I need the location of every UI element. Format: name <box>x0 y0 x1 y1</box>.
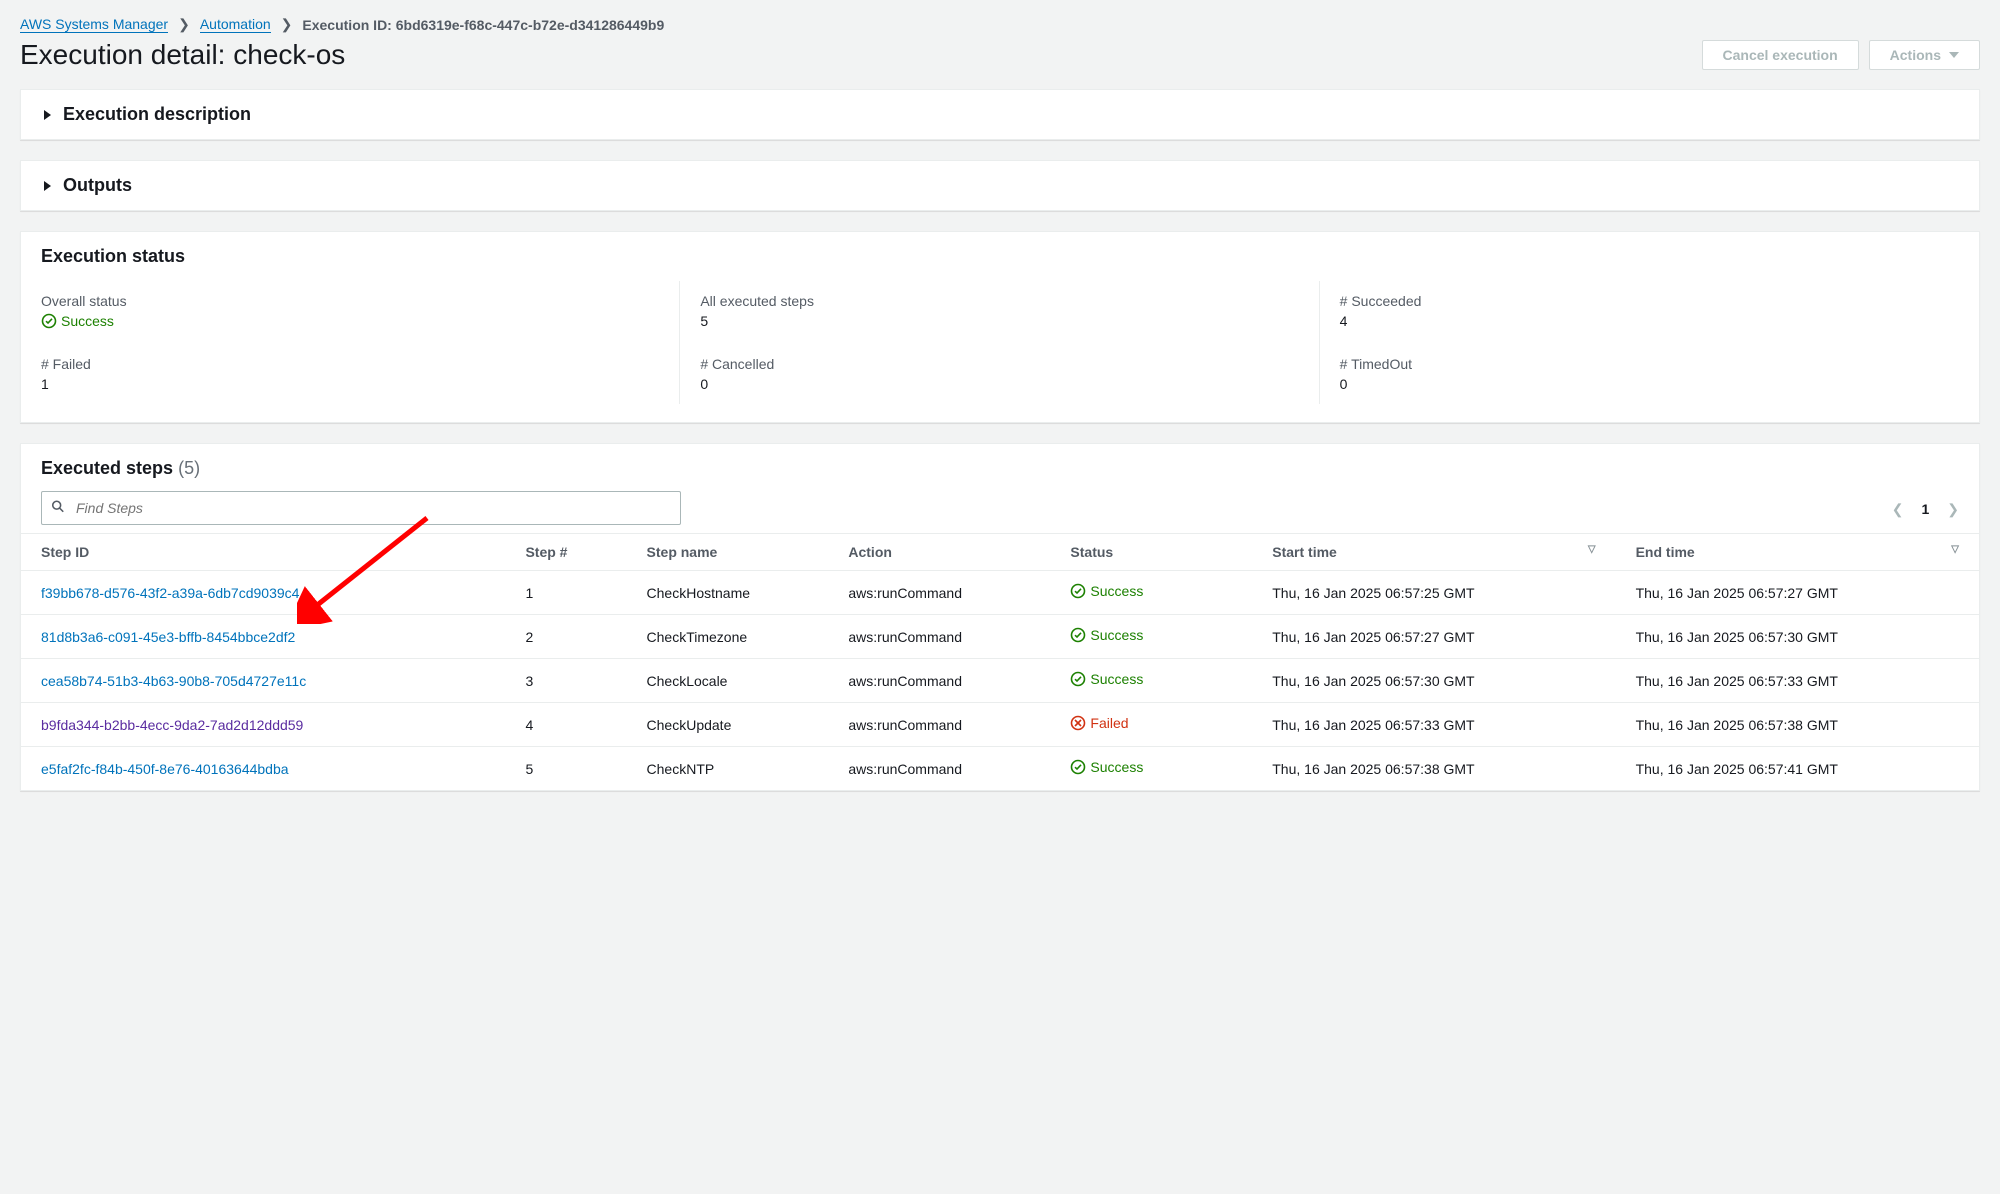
step-end-time: Thu, 16 Jan 2025 06:57:41 GMT <box>1616 747 1979 791</box>
step-name: CheckUpdate <box>627 703 829 747</box>
actions-button-label: Actions <box>1890 47 1941 63</box>
step-status: Failed <box>1070 715 1128 731</box>
page-number: 1 <box>1921 501 1929 517</box>
step-end-time: Thu, 16 Jan 2025 06:57:38 GMT <box>1616 703 1979 747</box>
panel-outputs: Outputs <box>20 160 1980 211</box>
panel-executed-steps: Executed steps (5) ❮ 1 ❯ Step ID Step <box>20 443 1980 791</box>
panel-header-exec-description[interactable]: Execution description <box>21 90 1979 139</box>
overall-status-value: Success <box>41 313 114 329</box>
col-end-time[interactable]: End time▽ <box>1616 534 1979 571</box>
col-action[interactable]: Action <box>828 534 1050 571</box>
step-id-link[interactable]: f39bb678-d576-43f2-a39a-6db7cd9039c4 <box>41 585 299 601</box>
success-icon <box>41 313 57 329</box>
steps-count: (5) <box>178 458 200 478</box>
expand-icon[interactable] <box>41 181 53 191</box>
panel-execution-status: Execution status Overall status Success … <box>20 231 1980 423</box>
step-num: 4 <box>505 703 626 747</box>
timedout-value: 0 <box>1340 376 1939 392</box>
succeeded-value: 4 <box>1340 313 1939 329</box>
caret-down-icon <box>1949 52 1959 58</box>
chevron-right-icon: ❯ <box>281 16 293 33</box>
step-action: aws:runCommand <box>828 747 1050 791</box>
expand-icon[interactable] <box>41 110 53 120</box>
breadcrumb-root-link[interactable]: AWS Systems Manager <box>20 16 168 33</box>
step-id-link[interactable]: 81d8b3a6-c091-45e3-bffb-8454bbce2df2 <box>41 629 295 645</box>
cancelled-label: # Cancelled <box>700 356 1298 372</box>
panel-execution-description: Execution description <box>20 89 1980 140</box>
table-row: f39bb678-d576-43f2-a39a-6db7cd9039c4 1Che… <box>21 571 1979 615</box>
breadcrumb-current: Execution ID: 6bd6319e-f68c-447c-b72e-d3… <box>302 17 664 33</box>
step-num: 2 <box>505 615 626 659</box>
panel-title: Executed steps (5) <box>41 458 200 479</box>
col-status[interactable]: Status <box>1050 534 1252 571</box>
sort-icon: ▽ <box>1951 544 1959 555</box>
chevron-right-icon: ❯ <box>178 16 190 33</box>
next-page-button[interactable]: ❯ <box>1947 501 1959 518</box>
step-id-link[interactable]: e5faf2fc-f84b-450f-8e76-40163644bdba <box>41 761 289 777</box>
step-status: Success <box>1070 583 1143 599</box>
failed-value: 1 <box>41 376 659 392</box>
search-box <box>41 491 681 525</box>
step-num: 3 <box>505 659 626 703</box>
table-row: cea58b74-51b3-4b63-90b8-705d4727e11c 3Che… <box>21 659 1979 703</box>
col-step-id[interactable]: Step ID <box>21 534 505 571</box>
panel-title: Outputs <box>63 175 132 196</box>
step-start-time: Thu, 16 Jan 2025 06:57:27 GMT <box>1252 615 1615 659</box>
table-row: b9fda344-b2bb-4ecc-9da2-7ad2d12ddd59 4Che… <box>21 703 1979 747</box>
cancel-execution-button[interactable]: Cancel execution <box>1702 40 1859 70</box>
step-status: Success <box>1070 671 1143 687</box>
col-step-num[interactable]: Step # <box>505 534 626 571</box>
actions-dropdown-button[interactable]: Actions <box>1869 40 1980 70</box>
step-num: 1 <box>505 571 626 615</box>
executed-steps-table: Step ID Step # Step name Action Status S… <box>21 533 1979 790</box>
sort-icon: ▽ <box>1588 544 1596 555</box>
step-status: Success <box>1070 627 1143 643</box>
panel-title: Execution status <box>41 246 185 267</box>
step-num: 5 <box>505 747 626 791</box>
step-action: aws:runCommand <box>828 659 1050 703</box>
step-action: aws:runCommand <box>828 703 1050 747</box>
page-title: Execution detail: check-os <box>20 39 345 71</box>
breadcrumb: AWS Systems Manager ❯ Automation ❯ Execu… <box>20 16 1980 33</box>
panel-title: Execution description <box>63 104 251 125</box>
step-id-link[interactable]: cea58b74-51b3-4b63-90b8-705d4727e11c <box>41 673 306 689</box>
col-start-time[interactable]: Start time▽ <box>1252 534 1615 571</box>
step-status: Success <box>1070 759 1143 775</box>
step-start-time: Thu, 16 Jan 2025 06:57:38 GMT <box>1252 747 1615 791</box>
step-start-time: Thu, 16 Jan 2025 06:57:33 GMT <box>1252 703 1615 747</box>
cancelled-value: 0 <box>700 376 1298 392</box>
table-row: 81d8b3a6-c091-45e3-bffb-8454bbce2df2 2Che… <box>21 615 1979 659</box>
search-input[interactable] <box>41 491 681 525</box>
panel-header-outputs[interactable]: Outputs <box>21 161 1979 210</box>
col-step-name[interactable]: Step name <box>627 534 829 571</box>
all-steps-label: All executed steps <box>700 293 1298 309</box>
step-id-link[interactable]: b9fda344-b2bb-4ecc-9da2-7ad2d12ddd59 <box>41 717 303 733</box>
step-end-time: Thu, 16 Jan 2025 06:57:27 GMT <box>1616 571 1979 615</box>
step-end-time: Thu, 16 Jan 2025 06:57:33 GMT <box>1616 659 1979 703</box>
step-action: aws:runCommand <box>828 615 1050 659</box>
step-start-time: Thu, 16 Jan 2025 06:57:30 GMT <box>1252 659 1615 703</box>
overall-status-label: Overall status <box>41 293 659 309</box>
step-end-time: Thu, 16 Jan 2025 06:57:30 GMT <box>1616 615 1979 659</box>
failed-label: # Failed <box>41 356 659 372</box>
step-name: CheckHostname <box>627 571 829 615</box>
step-name: CheckNTP <box>627 747 829 791</box>
step-name: CheckTimezone <box>627 615 829 659</box>
step-action: aws:runCommand <box>828 571 1050 615</box>
step-name: CheckLocale <box>627 659 829 703</box>
breadcrumb-automation-link[interactable]: Automation <box>200 16 271 33</box>
all-steps-value: 5 <box>700 313 1298 329</box>
pagination: ❮ 1 ❯ <box>1892 501 1959 518</box>
timedout-label: # TimedOut <box>1340 356 1939 372</box>
table-row: e5faf2fc-f84b-450f-8e76-40163644bdba 5Che… <box>21 747 1979 791</box>
search-icon <box>51 500 65 517</box>
succeeded-label: # Succeeded <box>1340 293 1939 309</box>
step-start-time: Thu, 16 Jan 2025 06:57:25 GMT <box>1252 571 1615 615</box>
prev-page-button[interactable]: ❮ <box>1892 501 1904 518</box>
